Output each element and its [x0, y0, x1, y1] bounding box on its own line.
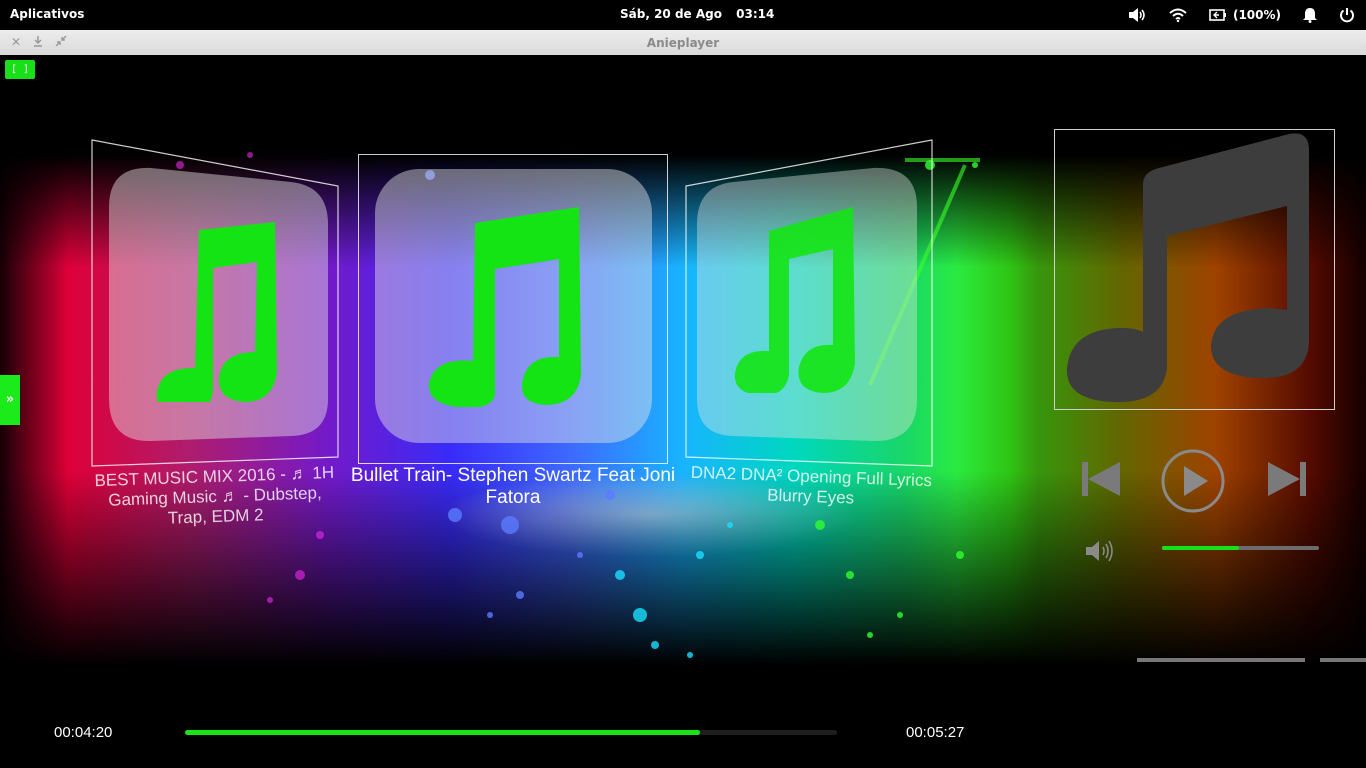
volume-icon[interactable] [1127, 7, 1147, 23]
next-icon[interactable] [1266, 458, 1308, 500]
seek-bar[interactable] [185, 730, 837, 735]
play-icon[interactable] [1160, 448, 1226, 514]
top-panel: Aplicativos Sáb, 20 de Ago 03:14 (100%) [0, 0, 1366, 30]
volume-level [1162, 546, 1239, 550]
volume-slider[interactable] [1162, 546, 1319, 550]
music-note-icon [1066, 133, 1309, 403]
battery-percent: (100%) [1232, 8, 1281, 22]
fullscreen-button[interactable]: [ ] [5, 60, 35, 79]
floor-reflection [1320, 658, 1366, 662]
speaker-icon[interactable] [1084, 538, 1118, 564]
seek-progress [185, 730, 701, 735]
card-title-left: BEST MUSIC MIX 2016 - ♬ 1H Gaming Music … [94, 462, 335, 528]
total-duration: 00:05:27 [906, 724, 965, 741]
system-tray: (100%) [1116, 0, 1366, 30]
player-stage: [ ] » BEST MUSIC MIX 2016 - ♬ 1H Gaming … [0, 55, 1366, 768]
wifi-icon[interactable] [1169, 8, 1187, 22]
album-card-center[interactable] [358, 154, 668, 464]
card-title-center: Bullet Train- Stephen Swartz Feat Joni F… [350, 465, 676, 508]
music-note-icon [734, 207, 855, 393]
battery-icon [1209, 9, 1226, 21]
clock[interactable]: Sáb, 20 de Ago 03:14 [620, 7, 784, 21]
album-card-left[interactable] [91, 139, 339, 467]
previous-icon[interactable] [1080, 458, 1122, 500]
album-card-right[interactable] [685, 139, 933, 467]
applications-menu[interactable]: Aplicativos [10, 7, 84, 21]
music-note-icon [428, 207, 581, 407]
elapsed-time: 00:04:20 [54, 724, 113, 741]
battery-indicator[interactable]: (100%) [1209, 8, 1281, 22]
power-icon[interactable] [1339, 7, 1355, 23]
time-label: 03:14 [736, 7, 775, 21]
bell-icon[interactable] [1303, 7, 1317, 23]
playlist-toggle-button[interactable]: » [0, 375, 20, 425]
floor-reflection [1137, 658, 1305, 662]
window-titlebar[interactable]: ✕ Anieplayer [0, 30, 1366, 56]
date-label: Sáb, 20 de Ago [620, 7, 722, 21]
music-note-icon [156, 222, 277, 402]
window-title: Anieplayer [646, 36, 720, 50]
now-playing-cover [1054, 129, 1335, 410]
